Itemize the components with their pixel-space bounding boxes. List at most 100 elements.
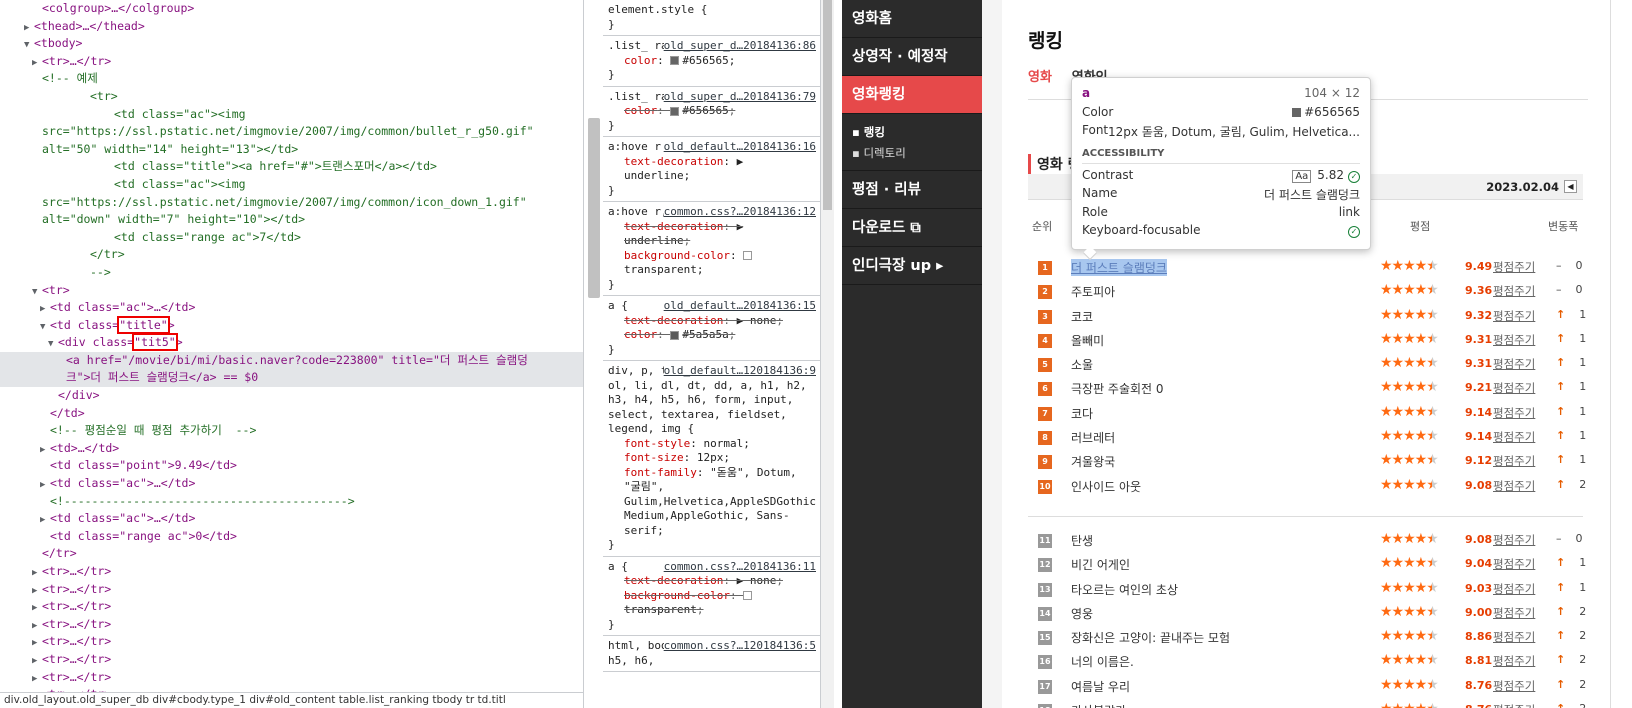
dom-node-line[interactable]: ▶<tr>…</tr>: [0, 616, 583, 634]
style-property[interactable]: color: #5a5a5a;: [608, 328, 816, 343]
rate-link[interactable]: 평점주기: [1493, 429, 1535, 445]
dom-node-line[interactable]: </div>: [0, 387, 583, 405]
dom-node-line[interactable]: ▶<tr>…</tr>: [0, 651, 583, 669]
style-property[interactable]: text-decoration: ▶ underline;: [608, 155, 816, 184]
style-property[interactable]: font-style: normal;: [608, 437, 816, 452]
movie-title-link[interactable]: 러브레터: [1071, 429, 1115, 446]
dom-node-line[interactable]: ▶ <td>…</td>: [0, 440, 583, 458]
style-rule[interactable]: a:hove r {old_default…20184136:16 text-de…: [603, 137, 820, 202]
rate-link[interactable]: 평점주기: [1493, 380, 1535, 396]
rate-link[interactable]: 평점주기: [1493, 453, 1535, 469]
rule-source-link[interactable]: old_default…20184136:15: [663, 299, 816, 314]
style-property[interactable]: color: #656565;: [608, 104, 816, 119]
style-property[interactable]: background-color: transparent;: [608, 249, 816, 278]
property-value[interactable]: transparent: [624, 603, 697, 616]
style-rule[interactable]: .list_ ranking td.title a {old_super_d…2…: [603, 36, 820, 87]
rate-link[interactable]: 평점주기: [1493, 581, 1535, 597]
movie-title-link[interactable]: 인사이드 아웃: [1071, 478, 1141, 495]
style-property[interactable]: text-decoration: ▶ none;: [608, 574, 816, 589]
rate-link[interactable]: 평점주기: [1493, 532, 1535, 548]
rule-source-link[interactable]: common.css?…120184136:5: [663, 639, 816, 654]
dom-node-line[interactable]: ▶<tr>…</tr>: [0, 669, 583, 687]
style-rule[interactable]: div, p, table, tr, th, td, ul, ol, li, d…: [603, 361, 820, 557]
style-rule[interactable]: element.style {}: [603, 0, 820, 36]
property-name[interactable]: text-decoration: [624, 220, 723, 233]
style-rule[interactable]: a:hove r, a:active, a:focus {common.css?…: [603, 202, 820, 296]
style-property[interactable]: color: #656565;: [608, 54, 816, 69]
dom-node-line[interactable]: ▼ <div class="tit5">: [0, 333, 583, 352]
dom-node-line[interactable]: <a href="/movie/bi/mi/basic.naver?code=2…: [0, 351, 583, 370]
dom-node-line[interactable]: ▶ <td class="ac">…</td>: [0, 475, 583, 493]
nav-item[interactable]: 다운로드 ⧉: [842, 209, 982, 247]
dom-node-line[interactable]: ▶ <td class="ac">…</td>: [0, 510, 583, 528]
property-name[interactable]: font-family: [624, 466, 697, 479]
dom-node-line[interactable]: ▼ <tr>: [0, 282, 583, 300]
dom-node-line[interactable]: <td class="point">9.49</td>: [0, 457, 583, 475]
property-name[interactable]: text-decoration: [624, 574, 723, 587]
rule-selector[interactable]: element.style {: [608, 3, 816, 18]
rate-link[interactable]: 평점주기: [1493, 556, 1535, 572]
styles-scrollbar-thumb[interactable]: [823, 0, 832, 210]
dom-node-line[interactable]: <!--------------------------------------…: [0, 493, 583, 511]
property-name[interactable]: background-color: [624, 249, 730, 262]
nav-item[interactable]: 영화랭킹: [842, 76, 982, 114]
rate-link[interactable]: 평점주기: [1493, 405, 1535, 421]
property-name[interactable]: text-decoration: [624, 314, 723, 327]
rate-link[interactable]: 평점주기: [1493, 653, 1535, 669]
movie-title-link[interactable]: 주토피아: [1071, 283, 1115, 300]
color-swatch-icon[interactable]: [743, 591, 753, 600]
nav-subitem[interactable]: ▪ 디렉토리: [852, 143, 982, 164]
property-name[interactable]: color: [624, 104, 657, 117]
dom-node-line[interactable]: ▶<tr>…</tr>: [0, 563, 583, 581]
movie-title-link[interactable]: 더 퍼스트 슬램덩크: [1071, 259, 1167, 276]
dom-node-line[interactable]: ▶<tr>…</tr>: [0, 633, 583, 651]
style-property[interactable]: background-color: transparent;: [608, 589, 816, 618]
property-value[interactable]: 12px: [697, 451, 724, 464]
rule-source-link[interactable]: old_default…20184136:16: [663, 140, 816, 155]
style-rule[interactable]: .list_ ranking td a {old_super_d…2018413…: [603, 87, 820, 137]
style-rule[interactable]: a {common.css?…20184136:11 text-decoratio…: [603, 557, 820, 636]
style-property[interactable]: text-decoration: ▶ underline;: [608, 220, 816, 249]
movie-title-link[interactable]: 소울: [1071, 356, 1093, 373]
rate-link[interactable]: 평점주기: [1493, 678, 1535, 694]
dom-node-line[interactable]: ▶ <thead>…</thead>: [0, 18, 583, 36]
dom-node-line[interactable]: ▼ <tbody>: [0, 35, 583, 53]
rule-source-link[interactable]: old_super_d…20184136:86: [663, 39, 816, 54]
dom-node-line[interactable]: <td class="range ac">0</td>: [0, 528, 583, 546]
property-value[interactable]: ▶ none: [737, 314, 777, 327]
dom-node-line[interactable]: -->: [0, 264, 583, 282]
rate-link[interactable]: 평점주기: [1493, 332, 1535, 348]
dom-node-line[interactable]: </tr>: [0, 545, 583, 563]
dom-node-line[interactable]: alt="down" width="7" height="10"></td>: [0, 211, 583, 229]
movie-title-link[interactable]: 코다: [1071, 405, 1093, 422]
dom-node-line[interactable]: </tr>: [0, 246, 583, 264]
nav-item[interactable]: 상영작 · 예정작: [842, 38, 982, 76]
nav-item[interactable]: 평점 · 리뷰: [842, 171, 982, 209]
property-name[interactable]: background-color: [624, 589, 730, 602]
movie-title-link[interactable]: 탄생: [1071, 532, 1093, 549]
dom-node-line[interactable]: src="https://ssl.pstatic.net/imgmovie/20…: [0, 123, 583, 141]
property-value[interactable]: normal: [703, 437, 743, 450]
property-value[interactable]: transparent: [624, 263, 697, 276]
property-name[interactable]: text-decoration: [624, 155, 723, 168]
dom-node-line[interactable]: <tr>: [0, 88, 583, 106]
dom-node-line[interactable]: <td class="ac"><img: [0, 106, 583, 124]
property-value[interactable]: ▶ none: [737, 574, 777, 587]
movie-title-link[interactable]: 극장판 주술회전 0: [1071, 380, 1164, 397]
dom-node-line[interactable]: src="https://ssl.pstatic.net/imgmovie/20…: [0, 194, 583, 212]
movie-title-link[interactable]: 장화신은 고양이: 끝내주는 모험: [1071, 629, 1230, 646]
movie-title-link[interactable]: 겨울왕국: [1071, 453, 1115, 470]
dom-node-line[interactable]: ▶<tr>…</tr>: [0, 53, 583, 71]
rate-link[interactable]: 평점주기: [1493, 356, 1535, 372]
dom-node-line[interactable]: alt="50" width="14" height="13"></td>: [0, 141, 583, 159]
color-swatch-icon[interactable]: [670, 56, 680, 65]
rule-source-link[interactable]: common.css?…20184136:12: [663, 205, 816, 220]
dom-node-line[interactable]: <td class="range ac">7</td>: [0, 229, 583, 247]
rate-link[interactable]: 평점주기: [1493, 702, 1535, 708]
dom-node-line[interactable]: 크">더 퍼스트 슬램덩크</a> == $0: [0, 369, 583, 388]
nav-item[interactable]: 영화홈: [842, 0, 982, 38]
movie-title-link[interactable]: 타오르는 여인의 초상: [1071, 581, 1178, 598]
rule-source-link[interactable]: common.css?…20184136:11: [663, 559, 816, 574]
property-name[interactable]: font-style: [624, 437, 690, 450]
property-value[interactable]: #656565: [682, 104, 728, 117]
